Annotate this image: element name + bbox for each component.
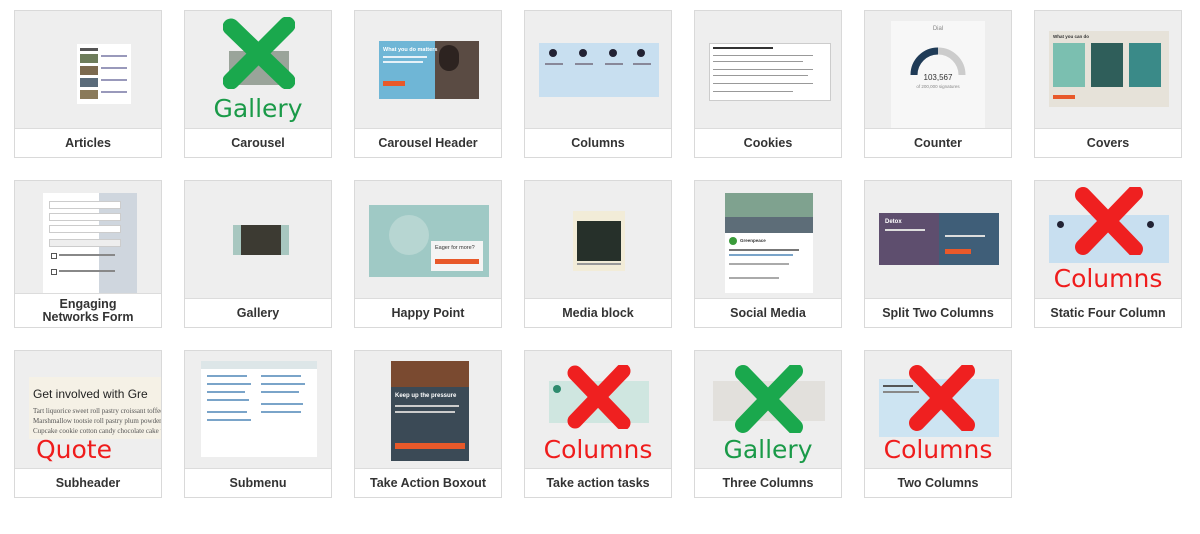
block-label: Two Columns (865, 468, 1011, 497)
carousel-preview: Gallery (185, 11, 331, 131)
carousel-header-preview: What you do matters (355, 11, 501, 131)
block-label: Submenu (185, 468, 331, 497)
block-label: Engaging Networks Form (15, 293, 161, 327)
block-tile-social-media[interactable]: Greenpeace Social Media (694, 180, 842, 328)
block-tile-take-action-tasks[interactable]: Columns Take action tasks (524, 350, 672, 498)
block-label: Covers (1035, 128, 1181, 157)
block-tile-articles[interactable]: Articles (14, 10, 162, 158)
media-block-preview (525, 181, 671, 301)
block-tile-happy-point[interactable]: Eager for more? Happy Point (354, 180, 502, 328)
red-x-mark-icon (1075, 187, 1143, 255)
block-tile-subheader[interactable]: Get involved with Gre Tart liquorice swe… (14, 350, 162, 498)
take-action-boxout-preview: Keep up the pressure (355, 351, 501, 471)
block-label: Take Action Boxout (355, 468, 501, 497)
take-action-tasks-preview: Columns (525, 351, 671, 471)
block-label: Static Four Column (1035, 298, 1181, 327)
happy-point-preview: Eager for more? (355, 181, 501, 301)
covers-preview: What you can do (1035, 11, 1181, 131)
overlay-annotation: Columns (543, 435, 653, 464)
green-x-mark-icon (735, 365, 803, 433)
block-tile-counter[interactable]: Dial 103,567 of 200,000 signatures Count… (864, 10, 1012, 158)
static-four-column-preview: Columns (1035, 181, 1181, 301)
block-tile-carousel-header[interactable]: What you do matters Carousel Header (354, 10, 502, 158)
block-label: Social Media (695, 298, 841, 327)
block-label: Carousel Header (355, 128, 501, 157)
block-tile-media-block[interactable]: Media block (524, 180, 672, 328)
block-tile-static-four-column[interactable]: Columns Static Four Column (1034, 180, 1182, 328)
overlay-annotation: Columns (1053, 264, 1163, 293)
block-label: Columns (525, 128, 671, 157)
block-label: Gallery (185, 298, 331, 327)
split-two-columns-preview: Detox (865, 181, 1011, 301)
two-columns-preview: Columns (865, 351, 1011, 471)
block-label: Media block (525, 298, 671, 327)
red-x-mark-icon (567, 365, 631, 429)
block-tile-split-two-columns[interactable]: Detox Split Two Columns (864, 180, 1012, 328)
block-label: Cookies (695, 128, 841, 157)
red-x-mark-icon (909, 365, 975, 431)
block-tile-submenu[interactable]: Submenu (184, 350, 332, 498)
submenu-preview (185, 351, 331, 471)
block-label: Subheader (15, 468, 161, 497)
overlay-annotation: Gallery (723, 435, 813, 464)
articles-preview (15, 11, 161, 131)
block-tile-take-action-boxout[interactable]: Keep up the pressure Take Action Boxout (354, 350, 502, 498)
green-x-mark-icon (223, 17, 295, 89)
three-columns-preview: Gallery (695, 351, 841, 471)
subheader-preview: Get involved with Gre Tart liquorice swe… (15, 351, 161, 471)
block-tile-cookies[interactable]: Cookies (694, 10, 842, 158)
block-label: Take action tasks (525, 468, 671, 497)
block-tile-three-columns[interactable]: Gallery Three Columns (694, 350, 842, 498)
block-label: Carousel (185, 128, 331, 157)
block-tile-two-columns[interactable]: Columns Two Columns (864, 350, 1012, 498)
block-label: Happy Point (355, 298, 501, 327)
overlay-annotation: Quote (35, 435, 112, 464)
block-label: Split Two Columns (865, 298, 1011, 327)
block-label: Three Columns (695, 468, 841, 497)
counter-preview: Dial 103,567 of 200,000 signatures (865, 11, 1011, 131)
gallery-preview (185, 181, 331, 301)
form-preview (15, 181, 161, 301)
overlay-annotation: Gallery (213, 94, 303, 123)
block-label: Articles (15, 128, 161, 157)
overlay-annotation: Columns (883, 435, 993, 464)
block-tile-covers[interactable]: What you can do Covers (1034, 10, 1182, 158)
block-tile-gallery[interactable]: Gallery (184, 180, 332, 328)
social-media-preview: Greenpeace (695, 181, 841, 301)
block-tile-engaging-networks-form[interactable]: Engaging Networks Form (14, 180, 162, 328)
block-tile-columns[interactable]: Columns (524, 10, 672, 158)
columns-preview (525, 11, 671, 131)
block-tile-carousel[interactable]: Gallery Carousel (184, 10, 332, 158)
cookies-preview (695, 11, 841, 131)
block-label: Counter (865, 128, 1011, 157)
